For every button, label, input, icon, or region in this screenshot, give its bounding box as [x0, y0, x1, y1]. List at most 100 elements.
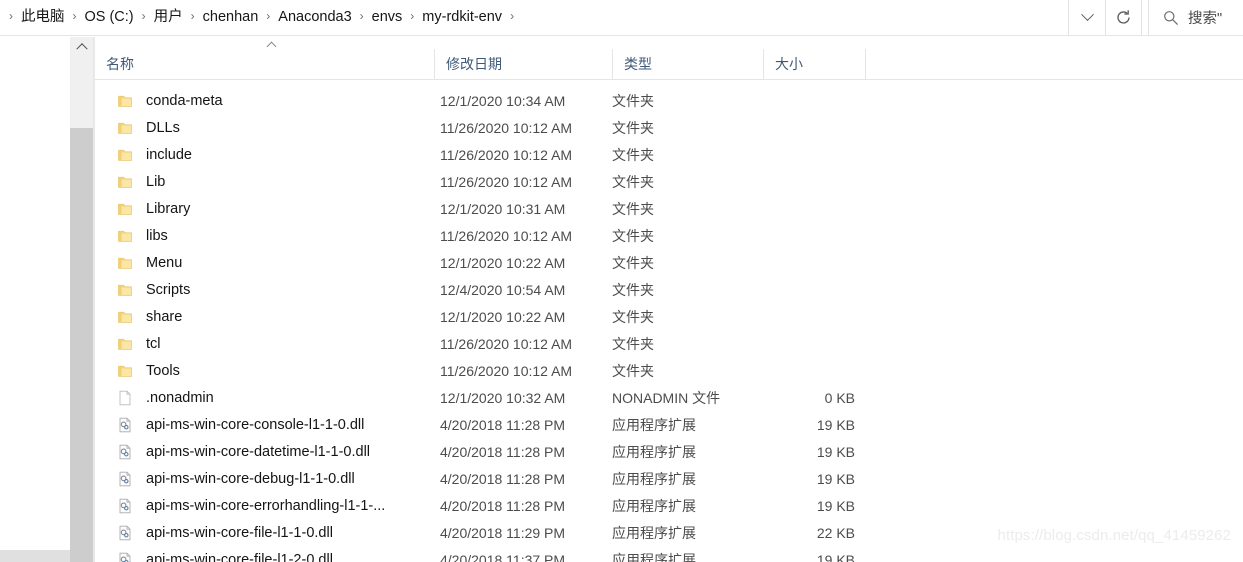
folder-icon — [118, 203, 132, 215]
breadcrumb-item[interactable]: chenhan — [200, 0, 262, 35]
file-type-cell: 应用程序扩展 — [612, 443, 696, 460]
folder-icon — [118, 149, 132, 161]
chevron-down-icon — [1080, 8, 1094, 22]
column-header-date[interactable]: 修改日期 — [434, 49, 612, 79]
breadcrumb-item[interactable]: envs — [369, 0, 406, 35]
file-name-label: Tools — [146, 362, 180, 379]
file-type-cell: 文件夹 — [612, 119, 654, 136]
file-name-cell[interactable]: api-ms-win-core-console-l1-1-0.dll — [95, 411, 364, 438]
breadcrumb-separator: › — [359, 9, 364, 23]
folder-icon — [118, 365, 132, 377]
file-name-cell[interactable]: .nonadmin — [95, 384, 214, 411]
previous-locations-button[interactable] — [1068, 0, 1105, 35]
file-date-cell: 12/1/2020 10:34 AM — [440, 92, 566, 109]
file-row[interactable]: Scripts 12/4/2020 10:54 AM 文件夹 — [95, 276, 1243, 303]
breadcrumb-item[interactable]: my-rdkit-env — [419, 0, 505, 35]
file-row[interactable]: api-ms-win-core-file-l1-2-0.dll 4/20/2018… — [95, 546, 1243, 562]
file-name-cell[interactable]: libs — [95, 222, 168, 249]
file-name-cell[interactable]: include — [95, 141, 192, 168]
file-name-label: share — [146, 308, 183, 325]
file-size-cell — [715, 168, 855, 195]
refresh-icon — [1117, 10, 1130, 24]
breadcrumb-item[interactable]: 此电脑 — [18, 0, 68, 35]
file-type-cell: 文件夹 — [612, 281, 654, 298]
file-name-cell[interactable]: Lib — [95, 168, 165, 195]
dll-icon — [119, 498, 131, 513]
file-date-cell: 4/20/2018 11:28 PM — [440, 443, 566, 460]
chevron-up-icon — [75, 43, 88, 55]
scroll-up-button[interactable] — [70, 37, 93, 128]
column-header-name-label: 名称 — [106, 56, 134, 72]
file-date-cell: 4/20/2018 11:37 PM — [440, 551, 566, 562]
file-row[interactable]: Library 12/1/2020 10:31 AM 文件夹 — [95, 195, 1243, 222]
file-name-cell[interactable]: Tools — [95, 357, 180, 384]
file-date-cell: 11/26/2020 10:12 AM — [440, 227, 573, 244]
breadcrumb-item[interactable]: Anaconda3 — [275, 0, 354, 35]
file-row[interactable]: api-ms-win-core-console-l1-1-0.dll 4/20/2… — [95, 411, 1243, 438]
file-name-cell[interactable]: api-ms-win-core-datetime-l1-1-0.dll — [95, 438, 370, 465]
file-name-cell[interactable]: tcl — [95, 330, 161, 357]
file-row[interactable]: api-ms-win-core-datetime-l1-1-0.dll 4/20/… — [95, 438, 1243, 465]
file-name-label: tcl — [146, 335, 161, 352]
file-name-cell[interactable]: api-ms-win-core-file-l1-1-0.dll — [95, 519, 333, 546]
file-name-cell[interactable]: Scripts — [95, 276, 190, 303]
folder-icon — [118, 230, 132, 242]
file-row[interactable]: include 11/26/2020 10:12 AM 文件夹 — [95, 141, 1243, 168]
file-date-cell: 11/26/2020 10:12 AM — [440, 119, 573, 136]
file-row[interactable]: Lib 11/26/2020 10:12 AM 文件夹 — [95, 168, 1243, 195]
file-date-cell: 4/20/2018 11:28 PM — [440, 416, 566, 433]
dll-icon — [119, 525, 131, 540]
file-name-cell[interactable]: DLLs — [95, 114, 180, 141]
file-name-label: conda-meta — [146, 92, 223, 109]
breadcrumb[interactable]: › 此电脑 › OS (C:) › 用户 › chenhan › Anaconda3 › envs › m… — [0, 0, 519, 35]
column-header-type[interactable]: 类型 — [612, 49, 763, 79]
file-row[interactable]: .nonadmin 12/1/2020 10:32 AM NONADMIN 文件 0 … — [95, 384, 1243, 411]
folder-icon — [118, 311, 132, 323]
file-size-cell — [715, 114, 855, 141]
column-header-spacer[interactable] — [865, 49, 905, 79]
file-name-label: DLLs — [146, 119, 180, 136]
file-name-cell[interactable]: conda-meta — [95, 87, 223, 114]
file-name-cell[interactable]: api-ms-win-core-errorhandling-l1-1-... — [95, 492, 385, 519]
breadcrumb-item[interactable]: 用户 — [151, 0, 186, 35]
file-date-cell: 11/26/2020 10:12 AM — [440, 146, 573, 163]
file-size-cell — [715, 303, 855, 330]
refresh-button[interactable] — [1105, 0, 1142, 35]
file-name-label: api-ms-win-core-datetime-l1-1-0.dll — [146, 443, 371, 460]
file-row[interactable]: api-ms-win-core-errorhandling-l1-1-... 4/… — [95, 492, 1243, 519]
navigation-pane-horizontal-scrollbar[interactable] — [0, 550, 70, 562]
folder-icon — [118, 338, 132, 350]
file-date-cell: 11/26/2020 10:12 AM — [440, 173, 573, 190]
column-header-name[interactable]: 名称 — [95, 41, 434, 79]
file-type-cell: 文件夹 — [612, 173, 654, 190]
breadcrumb-item[interactable]: OS (C:) — [82, 0, 137, 35]
file-row[interactable]: Tools 11/26/2020 10:12 AM 文件夹 — [95, 357, 1243, 384]
file-name-cell[interactable]: api-ms-win-core-debug-l1-1-0.dll — [95, 465, 355, 492]
column-header-size-label: 大小 — [775, 56, 803, 72]
column-header-size[interactable]: 大小 — [763, 49, 865, 79]
file-row[interactable]: Menu 12/1/2020 10:22 AM 文件夹 — [95, 249, 1243, 276]
file-row[interactable]: libs 11/26/2020 10:12 AM 文件夹 — [95, 222, 1243, 249]
file-name-cell[interactable]: api-ms-win-core-file-l1-2-0.dll — [95, 546, 333, 562]
file-date-cell: 12/1/2020 10:31 AM — [440, 200, 566, 217]
file-name-cell[interactable]: share — [95, 303, 182, 330]
file-type-cell: 文件夹 — [612, 308, 654, 325]
file-name-label: Lib — [146, 173, 166, 190]
navigation-pane-scrollbar[interactable] — [70, 37, 94, 562]
file-row[interactable]: api-ms-win-core-debug-l1-1-0.dll 4/20/201… — [95, 465, 1243, 492]
breadcrumb-separator: › — [266, 9, 271, 23]
file-row[interactable]: DLLs 11/26/2020 10:12 AM 文件夹 — [95, 114, 1243, 141]
file-name-cell[interactable]: Menu — [95, 249, 182, 276]
file-size-cell: 19 KB — [816, 416, 855, 433]
search-box[interactable]: 搜索" — [1148, 0, 1243, 35]
file-type-cell: 文件夹 — [612, 200, 654, 217]
file-row[interactable]: conda-meta 12/1/2020 10:34 AM 文件夹 — [95, 87, 1243, 114]
scrollbar-thumb[interactable] — [70, 128, 93, 562]
file-row[interactable]: tcl 11/26/2020 10:12 AM 文件夹 — [95, 330, 1243, 357]
file-row[interactable]: share 12/1/2020 10:22 AM 文件夹 — [95, 303, 1243, 330]
file-name-cell[interactable]: Library — [95, 195, 190, 222]
file-type-cell: NONADMIN 文件 — [612, 389, 721, 406]
file-list[interactable]: conda-meta 12/1/2020 10:34 AM 文件夹 DLLs 11/26… — [95, 87, 1243, 562]
file-size-cell — [715, 330, 855, 357]
file-date-cell: 4/20/2018 11:28 PM — [440, 497, 566, 514]
